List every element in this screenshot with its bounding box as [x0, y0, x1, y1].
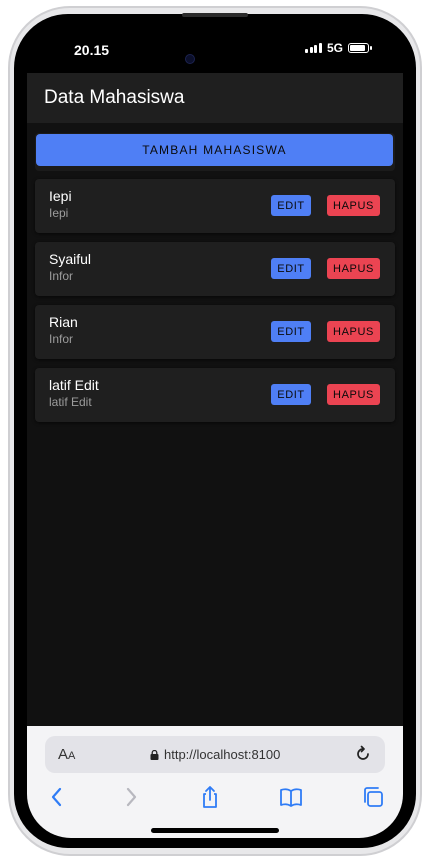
- lock-icon: [150, 750, 159, 760]
- url-text: http://localhost:8100: [164, 747, 281, 762]
- add-student-button[interactable]: TAMBAH MAHASISWA: [36, 134, 393, 166]
- reload-icon[interactable]: [354, 745, 372, 763]
- edit-button[interactable]: EDIT: [271, 258, 311, 279]
- edit-button[interactable]: EDIT: [271, 384, 311, 405]
- student-name: Syaiful: [49, 251, 92, 267]
- status-time: 20.15: [74, 42, 110, 58]
- status-indicators: 5G: [305, 41, 372, 55]
- network-label: 5G: [326, 41, 343, 55]
- student-major: Infor: [49, 269, 74, 283]
- student-card: Rian Infor EDIT HAPUS: [35, 305, 395, 359]
- delete-button[interactable]: HAPUS: [327, 195, 380, 216]
- speaker-grille: [182, 13, 248, 17]
- student-major: Infor: [49, 332, 74, 346]
- browser-toolbar: AA http://localhost:8100: [27, 726, 403, 838]
- main-content: TAMBAH MAHASISWA Iepi Iepi EDIT HAPUS Sy…: [27, 123, 403, 726]
- student-card: Syaiful Infor EDIT HAPUS: [35, 242, 395, 296]
- student-name: Iepi: [49, 188, 72, 204]
- student-card: Iepi Iepi EDIT HAPUS: [35, 179, 395, 233]
- text-size-button[interactable]: AA: [58, 746, 75, 763]
- battery-icon: [348, 43, 372, 53]
- edit-button[interactable]: EDIT: [271, 195, 311, 216]
- student-name: latif Edit: [49, 377, 99, 393]
- student-major: latif Edit: [49, 395, 92, 409]
- address-bar[interactable]: AA http://localhost:8100: [45, 736, 385, 773]
- text-size-label: A: [58, 746, 69, 763]
- app-header: Data Mahasiswa: [27, 73, 403, 123]
- share-icon[interactable]: [197, 784, 223, 810]
- edit-button[interactable]: EDIT: [271, 321, 311, 342]
- forward-icon[interactable]: [118, 784, 144, 810]
- browser-nav: [27, 784, 403, 812]
- signal-icon: [305, 43, 322, 53]
- add-button-container: TAMBAH MAHASISWA: [35, 133, 395, 171]
- bookmarks-icon[interactable]: [278, 784, 304, 810]
- page-title: Data Mahasiswa: [44, 87, 185, 108]
- home-indicator: [151, 828, 279, 833]
- text-size-label-small: A: [68, 750, 76, 762]
- delete-button[interactable]: HAPUS: [327, 258, 380, 279]
- screen: 20.15 5G Data Mahasiswa TAMBAH MAHASISWA…: [27, 27, 403, 838]
- delete-button[interactable]: HAPUS: [327, 321, 380, 342]
- student-card: latif Edit latif Edit EDIT HAPUS: [35, 368, 395, 422]
- student-major: Iepi: [49, 206, 69, 220]
- back-icon[interactable]: [44, 784, 70, 810]
- tabs-icon[interactable]: [360, 784, 386, 810]
- delete-button[interactable]: HAPUS: [327, 384, 380, 405]
- student-name: Rian: [49, 314, 78, 330]
- camera-icon: [185, 54, 195, 64]
